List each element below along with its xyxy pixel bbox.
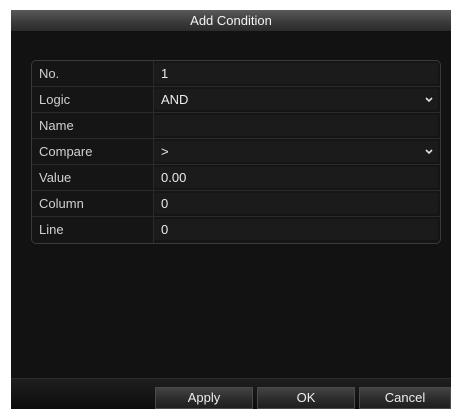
row-compare: Compare > xyxy=(32,139,440,165)
chevron-down-icon[interactable] xyxy=(422,141,436,162)
no-label: No. xyxy=(32,61,154,86)
row-column: Column 0 xyxy=(32,191,440,217)
name-label: Name xyxy=(32,113,154,138)
compare-select[interactable]: > xyxy=(154,141,438,162)
value-input[interactable]: 0.00 xyxy=(154,167,438,188)
logic-label: Logic xyxy=(32,87,154,112)
row-value: Value 0.00 xyxy=(32,165,440,191)
chevron-down-icon[interactable] xyxy=(422,89,436,110)
add-condition-dialog: Add Condition No. 1 Logic AND Name Compa… xyxy=(11,10,451,409)
value-label: Value xyxy=(32,165,154,190)
dialog-title: Add Condition xyxy=(11,10,451,31)
row-logic: Logic AND xyxy=(32,87,440,113)
row-name: Name xyxy=(32,113,440,139)
dialog-footer: Apply OK Cancel xyxy=(11,378,451,409)
no-value: 1 xyxy=(154,63,438,84)
line-label: Line xyxy=(32,217,154,243)
name-input[interactable] xyxy=(154,115,438,136)
row-no: No. 1 xyxy=(32,61,440,87)
compare-select-value: > xyxy=(161,144,169,159)
condition-form: No. 1 Logic AND Name Compare > Value 0.0… xyxy=(31,60,441,244)
ok-button[interactable]: OK xyxy=(257,387,355,409)
logic-select-value: AND xyxy=(161,92,189,107)
cancel-button[interactable]: Cancel xyxy=(359,387,451,409)
compare-label: Compare xyxy=(32,139,154,164)
column-input[interactable]: 0 xyxy=(154,193,438,214)
line-input[interactable]: 0 xyxy=(154,219,438,240)
column-label: Column xyxy=(32,191,154,216)
row-line: Line 0 xyxy=(32,217,440,243)
logic-select[interactable]: AND xyxy=(154,89,438,110)
apply-button[interactable]: Apply xyxy=(155,387,253,409)
